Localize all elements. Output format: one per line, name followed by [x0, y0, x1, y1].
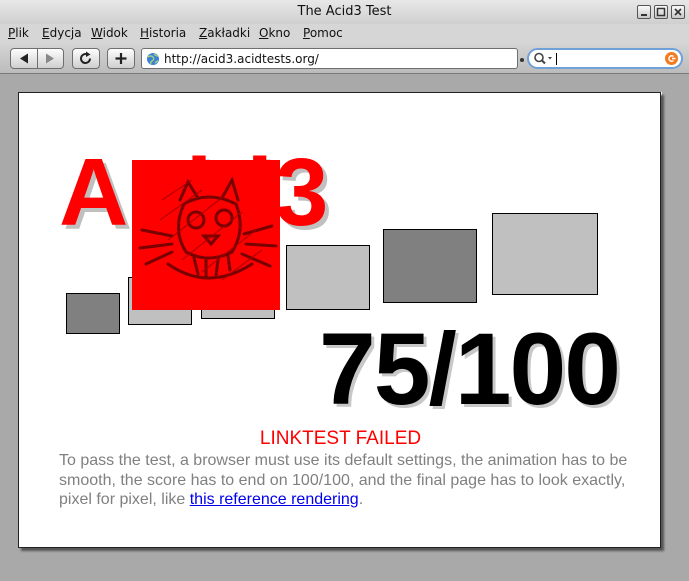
reference-rendering-link[interactable]: this reference rendering	[190, 491, 359, 508]
forward-button[interactable]	[38, 49, 63, 68]
maximize-button[interactable]	[654, 5, 668, 19]
window-controls	[637, 5, 685, 19]
close-icon	[674, 8, 682, 16]
menu-pomoc[interactable]: Pomoc	[303, 26, 343, 40]
menu-historia-label: istoria	[149, 26, 187, 40]
forward-arrow-icon	[46, 53, 54, 64]
menu-edycja[interactable]: Edycja	[42, 26, 82, 40]
menu-zakladki[interactable]: Zakładki	[199, 26, 250, 40]
menu-edycja-mnemonic: E	[42, 26, 50, 40]
maximize-icon	[656, 7, 666, 17]
menu-okno-label: kno	[268, 26, 291, 40]
minimize-button[interactable]	[637, 5, 651, 19]
new-tab-button[interactable]	[107, 48, 135, 69]
test-box-6	[492, 213, 598, 295]
search-box[interactable]	[527, 48, 683, 69]
plus-icon	[115, 53, 127, 64]
instructions-text-end: .	[358, 491, 364, 508]
search-input[interactable]	[556, 53, 557, 65]
test-box-1	[66, 293, 120, 334]
menu-bar: Plik Edycja Widok Historia Zakładki Okno…	[0, 24, 689, 44]
close-button[interactable]	[671, 5, 685, 19]
browser-viewport: Acid3	[0, 75, 689, 581]
menu-widok-label: idok	[102, 26, 128, 40]
cat-face-icon	[138, 176, 278, 281]
test-box-5	[383, 229, 477, 303]
menu-historia-mnemonic: H	[140, 26, 150, 40]
search-icon	[534, 52, 552, 65]
back-arrow-icon	[20, 53, 28, 64]
search-go-icon	[668, 55, 676, 62]
menu-plik[interactable]: Plik	[8, 26, 29, 40]
search-go-button[interactable]	[665, 52, 678, 65]
address-history-dropdown[interactable]	[520, 58, 524, 62]
acid3-page: Acid3	[18, 92, 661, 548]
back-button[interactable]	[11, 49, 37, 68]
navigation-toolbar: http://acid3.acidtests.org/	[0, 44, 689, 74]
window-title: The Acid3 Test	[297, 4, 392, 19]
reload-icon	[80, 51, 92, 65]
menu-widok-mnemonic: W	[91, 26, 103, 40]
menu-okno[interactable]: Okno	[259, 26, 290, 40]
instructions-text: To pass the test, a browser must use its…	[59, 451, 629, 510]
address-bar[interactable]: http://acid3.acidtests.org/	[141, 48, 518, 69]
menu-zakladki-mnemonic: Z	[199, 26, 208, 40]
menu-pomoc-label: omoc	[309, 26, 343, 40]
menu-plik-label: lik	[15, 26, 29, 40]
menu-edycja-label: dycja	[49, 26, 82, 40]
title-bar: The Acid3 Test	[0, 0, 689, 24]
test-score: 75/100	[319, 312, 621, 426]
globe-icon	[147, 53, 159, 65]
menu-pomoc-mnemonic: P	[303, 26, 310, 40]
address-text: http://acid3.acidtests.org/	[164, 52, 319, 66]
failure-status: LINKTEST FAILED	[259, 428, 422, 449]
back-forward-group	[10, 48, 64, 69]
menu-zakladki-label: akładki	[207, 26, 251, 40]
test-box-4	[286, 245, 370, 310]
reload-button[interactable]	[72, 48, 100, 69]
minimize-icon	[641, 14, 647, 16]
menu-widok[interactable]: Widok	[91, 26, 128, 40]
menu-historia[interactable]: Historia	[140, 26, 186, 40]
failure-box	[132, 160, 280, 310]
